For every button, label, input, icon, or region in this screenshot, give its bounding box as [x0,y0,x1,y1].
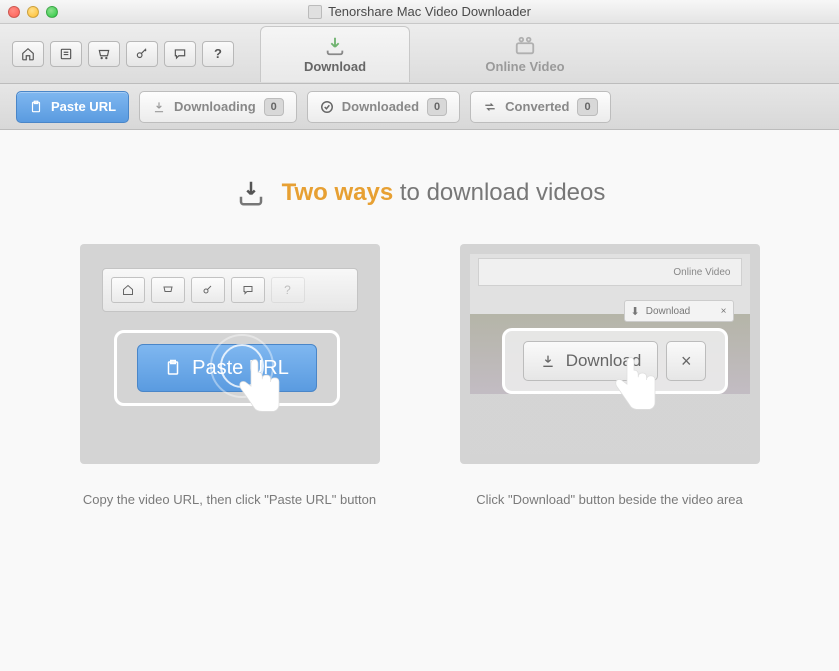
window-title: Tenorshare Mac Video Downloader [328,4,531,19]
content: Two ways to download videos [0,130,839,671]
card-paste-url-caption: Copy the video URL, then click "Paste UR… [83,492,376,507]
illus-header: Online Video [478,258,742,286]
downloading-icon [152,100,166,114]
zoom-window-button[interactable] [46,6,58,18]
paste-icon [164,359,182,377]
cards: ? Paste URL Copy the video URL, then cli… [40,244,799,507]
illus-mini-download-label: Download [646,306,690,317]
illus-callout: Download × [502,328,728,394]
library-button[interactable] [50,41,82,67]
cart-icon [97,47,111,61]
illus-help-icon: ? [271,277,305,303]
illus-online-video-label: Online Video [673,267,730,278]
main-tabs: Download Online Video [260,26,600,82]
downloading-label: Downloading [174,99,256,114]
home-button[interactable] [12,41,44,67]
list-icon [59,47,73,61]
help-button[interactable]: ? [202,41,234,67]
close-icon: × [681,351,692,372]
headline: Two ways to download videos [40,178,799,208]
card-click-download-image: Online Video ⬇ Download × Download × [460,244,760,464]
converted-button[interactable]: Converted 0 [470,91,610,123]
check-icon [320,100,334,114]
tab-download-label: Download [304,59,366,74]
illus-cart-icon [151,277,185,303]
converted-label: Converted [505,99,569,114]
tray-download-icon [234,178,268,208]
traffic-lights [8,6,58,18]
paste-url-button[interactable]: Paste URL [16,91,129,123]
ripple-icon [210,334,274,398]
video-icon [512,35,538,57]
window-title-wrap: Tenorshare Mac Video Downloader [0,4,839,19]
headline-accent: Two ways [282,179,394,206]
speech-icon [173,47,187,61]
downloading-count: 0 [264,98,284,116]
convert-icon [483,100,497,114]
illus-key-icon [191,277,225,303]
illus-close-button: × [666,341,706,381]
card-click-download-caption: Click "Download" button beside the video… [476,492,743,507]
download-arrow-icon [540,353,556,369]
toolbar: ? Download Online Video [0,24,839,84]
illus-speech-icon [231,277,265,303]
downloaded-label: Downloaded [342,99,419,114]
headline-rest: to download videos [400,179,605,206]
key-icon [135,47,149,61]
subbar: Paste URL Downloading 0 Downloaded 0 Con… [0,84,839,130]
illus-mini-download: ⬇ Download × [624,300,734,322]
illus-download-button: Download [523,341,659,381]
store-button[interactable] [88,41,120,67]
converted-count: 0 [577,98,597,116]
downloaded-button[interactable]: Downloaded 0 [307,91,460,123]
tab-online-video-label: Online Video [485,59,564,74]
card-paste-url-image: ? Paste URL [80,244,380,464]
help-icon: ? [214,46,222,61]
card-paste-url: ? Paste URL Copy the video URL, then cli… [80,244,380,507]
minimize-window-button[interactable] [27,6,39,18]
download-icon [323,35,347,57]
feedback-button[interactable] [164,41,196,67]
downloaded-count: 0 [427,98,447,116]
tab-online-video[interactable]: Online Video [450,26,600,82]
downloading-button[interactable]: Downloading 0 [139,91,297,123]
app-icon [308,5,322,19]
home-icon [21,47,35,61]
illus-toolbar: ? [102,268,358,312]
close-window-button[interactable] [8,6,20,18]
illus-home-icon [111,277,145,303]
illus-download-label: Download [566,351,642,371]
key-button[interactable] [126,41,158,67]
tab-download[interactable]: Download [260,26,410,82]
paste-icon [29,100,43,114]
paste-url-label: Paste URL [51,99,116,114]
card-click-download: Online Video ⬇ Download × Download × [460,244,760,507]
titlebar: Tenorshare Mac Video Downloader [0,0,839,24]
